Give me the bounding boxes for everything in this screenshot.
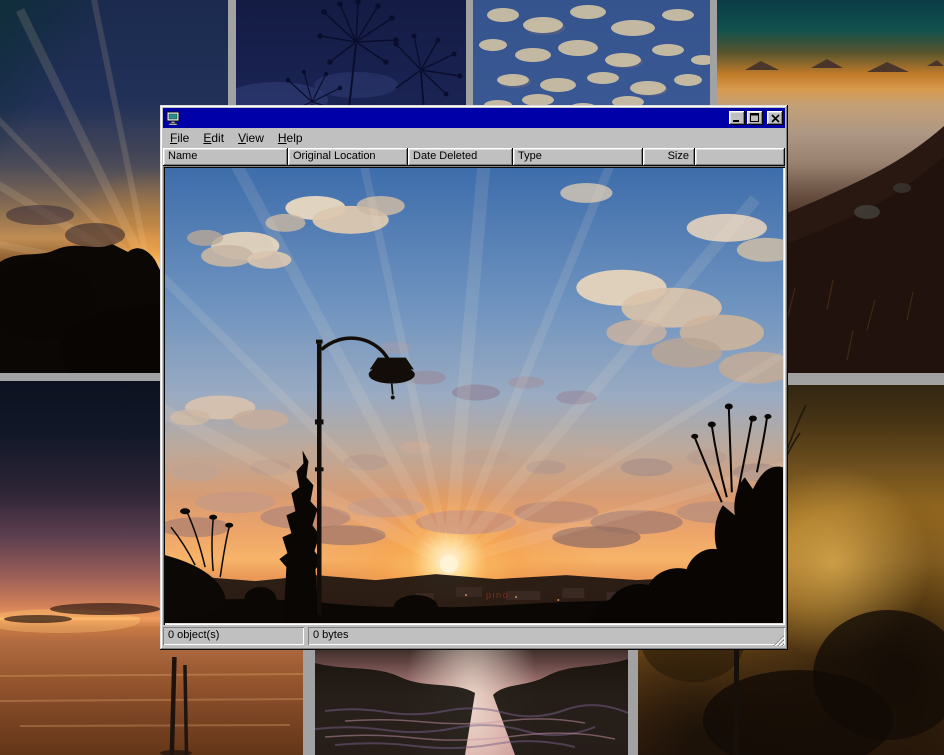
- column-header-name[interactable]: Name: [163, 148, 288, 166]
- close-button[interactable]: [767, 111, 783, 125]
- menu-help[interactable]: Help: [272, 129, 311, 148]
- minimize-icon: [732, 113, 742, 123]
- minimize-button[interactable]: [729, 111, 745, 125]
- close-icon: [771, 114, 780, 123]
- list-view-content[interactable]: pino: [163, 166, 785, 625]
- column-header-original-location[interactable]: Original Location: [288, 148, 408, 166]
- column-header-type[interactable]: Type: [513, 148, 643, 166]
- menu-edit[interactable]: Edit: [197, 129, 232, 148]
- maximize-button[interactable]: [747, 111, 763, 125]
- status-byte-count: 0 bytes: [308, 627, 785, 645]
- status-object-count: 0 object(s): [163, 627, 304, 645]
- column-header-size[interactable]: Size: [643, 148, 695, 166]
- status-bar: 0 object(s) 0 bytes: [163, 625, 785, 647]
- menu-file[interactable]: File: [164, 129, 197, 148]
- column-header-filler: [695, 148, 785, 166]
- list-column-headers: Name Original Location Date Deleted Type…: [163, 148, 785, 166]
- maximize-icon: [750, 113, 760, 123]
- column-header-date-deleted[interactable]: Date Deleted: [408, 148, 513, 166]
- photo-watermark: pino: [486, 590, 509, 600]
- resize-grip[interactable]: [771, 633, 784, 646]
- menu-view[interactable]: View: [232, 129, 272, 148]
- computer-icon: [166, 111, 182, 126]
- explorer-window[interactable]: File Edit View Help Name Original Locati…: [160, 105, 788, 650]
- title-bar[interactable]: [163, 108, 785, 128]
- sunset-lamp-photo: pino: [165, 168, 783, 623]
- menu-bar: File Edit View Help: [163, 128, 785, 148]
